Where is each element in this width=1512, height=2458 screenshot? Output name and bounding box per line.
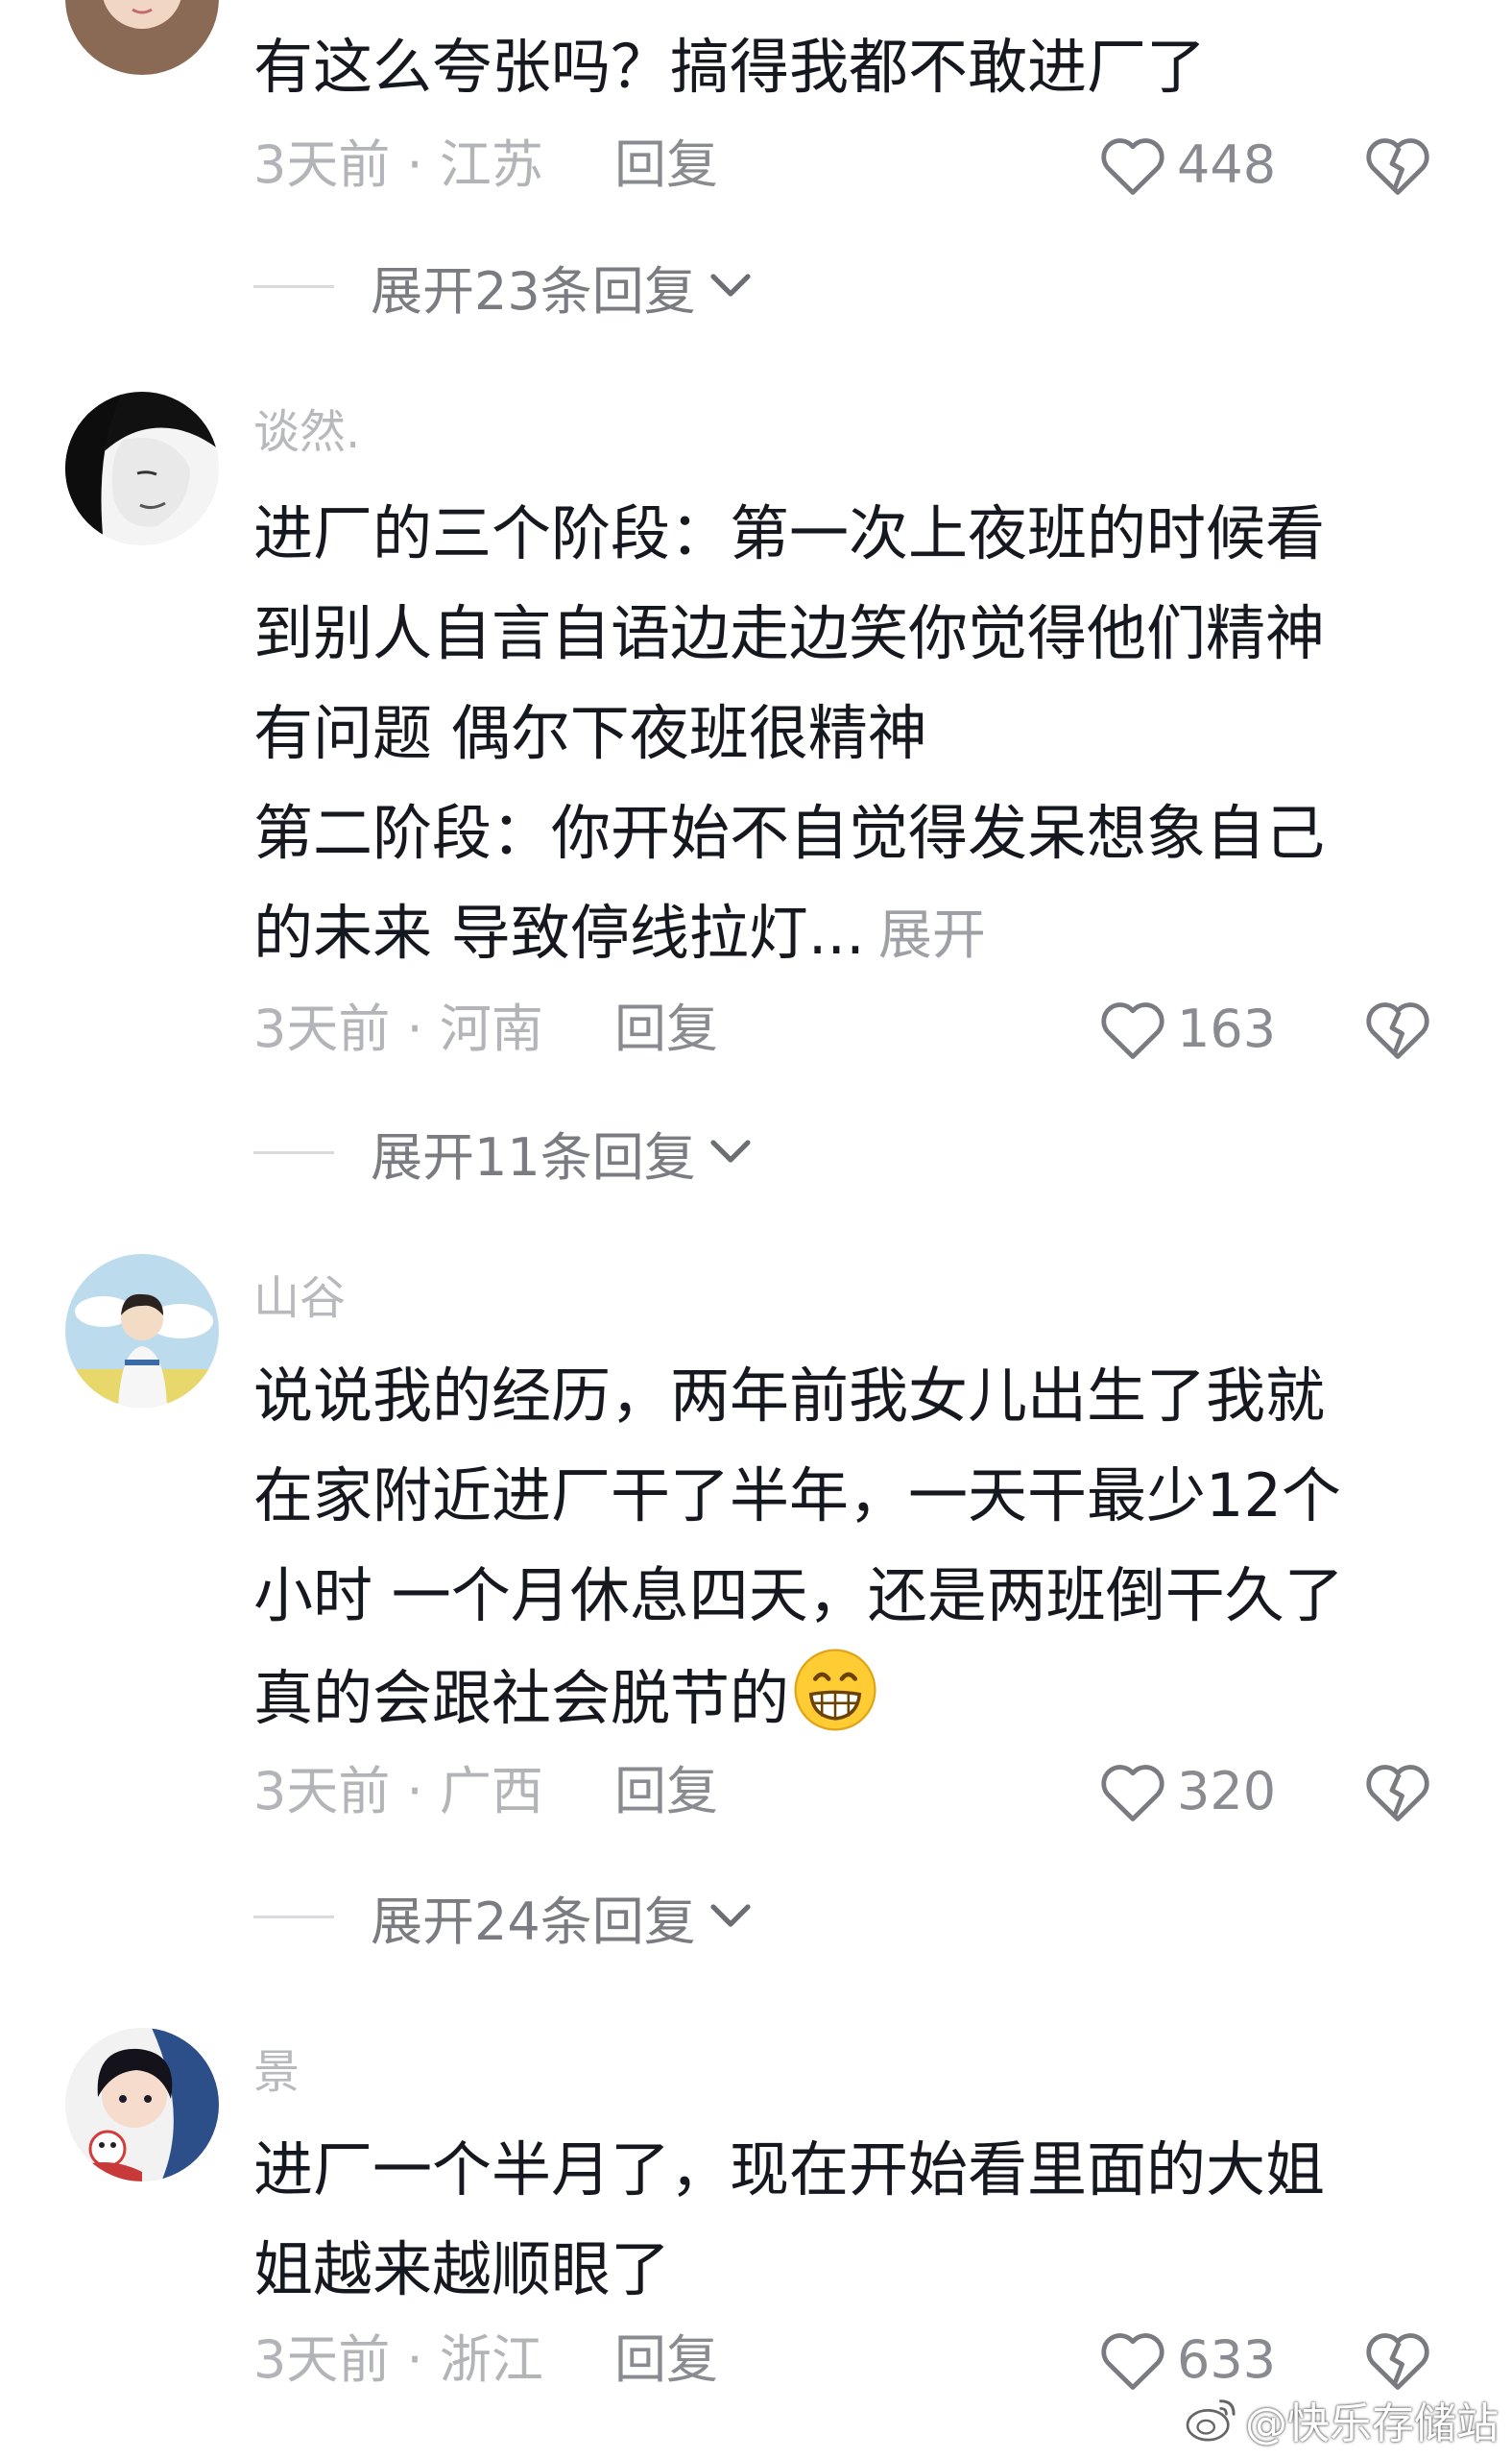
expand-replies-label: 展开11条回复 xyxy=(371,1126,696,1188)
weibo-logo-icon xyxy=(1186,2399,1236,2442)
time-location: 3天前 · 广西 xyxy=(253,1761,543,1821)
heart-outline-icon xyxy=(1101,1765,1164,1821)
comment-line: 在家附近进厂干了半年，一天干最少12个 xyxy=(253,1460,1341,1530)
avatar[interactable] xyxy=(65,392,219,545)
dislike-button[interactable] xyxy=(1363,997,1432,1083)
comment-line: 的未来 导致停线拉灯... 展开 xyxy=(253,883,1425,983)
expand-text-link[interactable]: 展开 xyxy=(878,904,986,967)
reply-button[interactable]: 回复 xyxy=(614,1753,718,1830)
like-button[interactable]: 163 xyxy=(1098,991,1276,1068)
username[interactable]: 山谷 xyxy=(253,1269,346,1327)
broken-heart-icon xyxy=(1366,2333,1429,2390)
time-location: 3天前 · 江苏 xyxy=(253,134,543,195)
comment-text: 进厂的三个阶段：第一次上夜班的时候看 到别人自言自语边走边笑你觉得他们精神 有问… xyxy=(253,484,1425,983)
divider xyxy=(253,1150,334,1154)
time-location: 3天前 · 浙江 xyxy=(253,2329,543,2390)
watermark-text: @快乐存储站 xyxy=(1245,2399,1499,2448)
comment-text: 进厂一个半月了，现在开始看里面的大姐 姐越来越顺眼了 xyxy=(253,2120,1425,2320)
comment-line-text: 真的会跟社会脱节的 xyxy=(253,1663,790,1733)
heart-outline-icon xyxy=(1101,2333,1164,2390)
chevron-down-icon xyxy=(710,1140,751,1163)
username[interactable]: 谈然. xyxy=(253,403,360,461)
reply-button[interactable]: 回复 xyxy=(614,127,718,204)
grinning-face-emoji xyxy=(794,1649,876,1731)
reply-button[interactable]: 回复 xyxy=(614,991,718,1068)
comment-meta: 3天前 · 浙江 回复 633 xyxy=(253,2322,1453,2398)
broken-heart-icon xyxy=(1366,138,1429,195)
comment-line-text: 的未来 导致停线拉灯... xyxy=(253,898,865,968)
like-button[interactable]: 320 xyxy=(1098,1753,1276,1830)
like-count: 320 xyxy=(1177,1761,1277,1821)
comment-line: 真的会跟社会脱节的 xyxy=(253,1646,1425,1746)
heart-outline-icon xyxy=(1101,138,1164,195)
avatar[interactable] xyxy=(65,1254,219,1408)
reply-button[interactable]: 回复 xyxy=(614,2322,718,2398)
comment-meta: 3天前 · 江苏 回复 448 xyxy=(253,127,1453,204)
like-count: 448 xyxy=(1177,134,1277,195)
avatar[interactable] xyxy=(65,0,219,75)
dislike-button[interactable] xyxy=(1363,1759,1432,1845)
broken-heart-icon xyxy=(1366,1002,1429,1059)
comment-line: 进厂的三个阶段：第一次上夜班的时候看 xyxy=(253,498,1326,568)
chevron-down-icon xyxy=(710,1904,751,1927)
chevron-down-icon xyxy=(710,274,751,297)
divider xyxy=(253,1915,334,1918)
comment-text: 说说我的经历，两年前我女儿出生了我就 在家附近进厂干了半年，一天干最少12个 小… xyxy=(253,1346,1425,1746)
comment-text: 有这么夸张吗？搞得我都不敢进厂了 xyxy=(253,17,1425,117)
comment-meta: 3天前 · 广西 回复 320 xyxy=(253,1753,1453,1830)
username[interactable]: 景 xyxy=(253,2043,300,2101)
divider xyxy=(253,284,334,288)
like-button[interactable]: 633 xyxy=(1098,2322,1276,2398)
expand-replies-label: 展开23条回复 xyxy=(371,260,696,322)
comment-line: 说说我的经历，两年前我女儿出生了我就 xyxy=(253,1361,1326,1431)
expand-replies-label: 展开24条回复 xyxy=(371,1891,696,1952)
expand-replies-button[interactable]: 展开11条回复 xyxy=(253,1114,752,1191)
comment-line: 到别人自言自语边走边笑你觉得他们精神 xyxy=(253,598,1326,668)
expand-replies-button[interactable]: 展开23条回复 xyxy=(253,248,752,325)
heart-outline-icon xyxy=(1101,1002,1164,1059)
broken-heart-icon xyxy=(1366,1765,1429,1821)
avatar[interactable] xyxy=(65,2028,219,2181)
like-count: 163 xyxy=(1177,999,1277,1059)
comment-line: 第二阶段：你开始不自觉得发呆想象自己 xyxy=(253,798,1326,868)
watermark: @快乐存储站 xyxy=(1184,2391,1499,2448)
expand-replies-button[interactable]: 展开24条回复 xyxy=(253,1878,752,1955)
comment-line: 有这么夸张吗？搞得我都不敢进厂了 xyxy=(253,32,1207,102)
like-button[interactable]: 448 xyxy=(1098,127,1276,204)
comment-line: 姐越来越顺眼了 xyxy=(253,2234,671,2304)
comment-line: 小时 一个月休息四天，还是两班倒干久了 xyxy=(253,1560,1344,1630)
dislike-button[interactable] xyxy=(1363,133,1432,219)
comment-meta: 3天前 · 河南 回复 163 xyxy=(253,991,1453,1068)
like-count: 633 xyxy=(1177,2329,1277,2390)
comment-line: 进厂一个半月了，现在开始看里面的大姐 xyxy=(253,2134,1326,2205)
time-location: 3天前 · 河南 xyxy=(253,999,543,1059)
comment-line: 有问题 偶尔下夜班很精神 xyxy=(253,698,927,768)
